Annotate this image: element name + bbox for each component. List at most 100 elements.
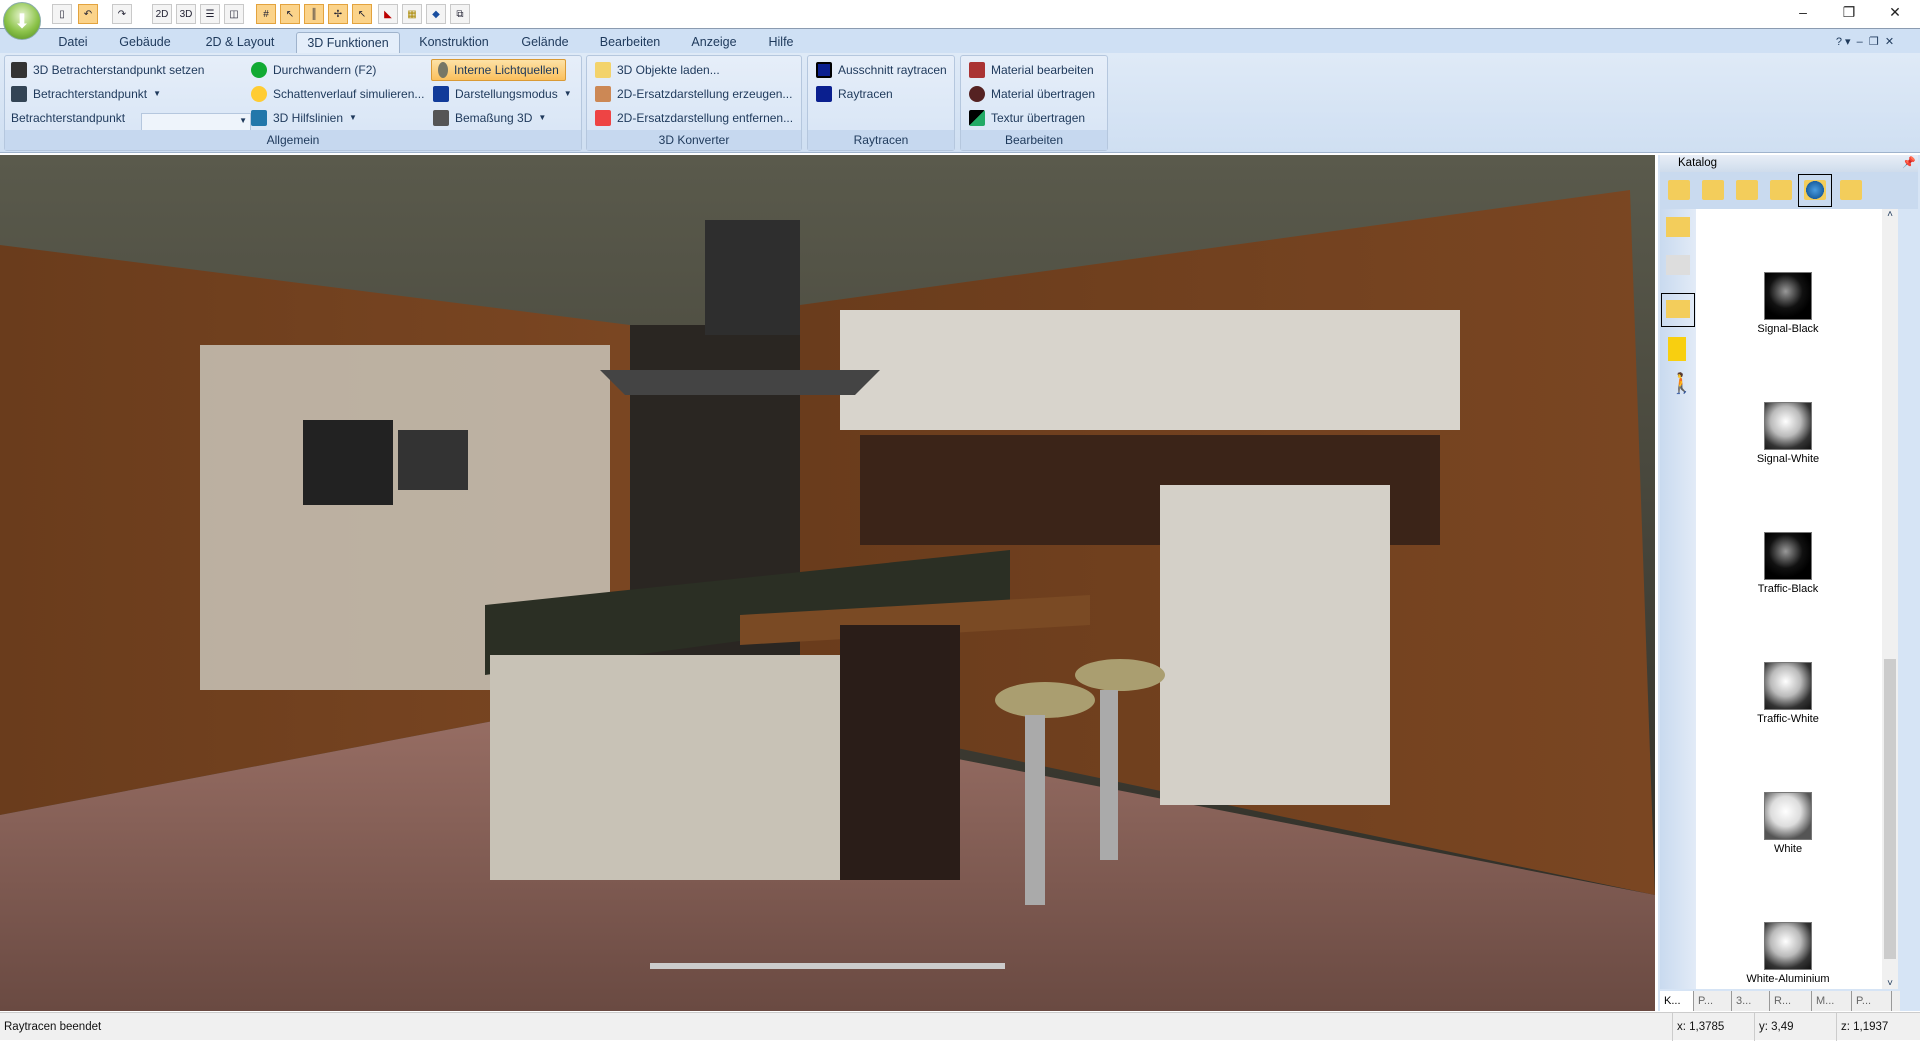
group-label: Allgemein xyxy=(5,130,581,150)
label: Textur übertragen xyxy=(991,111,1086,125)
label: Ausschnitt raytracen xyxy=(838,63,947,77)
viewpoint-dropdown[interactable]: Betrachterstandpunkt ▼ xyxy=(11,83,161,105)
tab-gelaende[interactable]: Gelände xyxy=(510,32,580,54)
tab-3d[interactable]: 3... xyxy=(1732,991,1770,1011)
item-label: Traffic-Black xyxy=(1757,583,1819,595)
group-label: 3D Konverter xyxy=(587,130,801,150)
undo-icon[interactable]: ↶ xyxy=(78,4,98,24)
view-3d-icon[interactable]: 3D xyxy=(176,4,196,24)
viewport-scroll-handle xyxy=(650,963,1005,969)
tab-konstruktion[interactable]: Konstruktion xyxy=(410,32,498,54)
catalog-panel: Katalog 📌 🚶 ˄ ˅ Signal-Black Signal-Whit… xyxy=(1658,155,1920,1011)
raytrace-button[interactable]: Raytracen xyxy=(816,83,893,105)
folder-symbols-icon[interactable] xyxy=(1666,217,1690,237)
item-label: White-Aluminium xyxy=(1746,973,1830,985)
tab-hilfe[interactable]: Hilfe xyxy=(760,32,802,54)
ribbon-tabs: Datei Gebäude 2D & Layout 3D Funktionen … xyxy=(0,28,1920,54)
snap-icon[interactable]: ✢ xyxy=(328,4,348,24)
material-swatch xyxy=(1764,402,1812,450)
catalog-item[interactable]: White-Aluminium xyxy=(1738,922,1838,985)
tab-project[interactable]: P... xyxy=(1694,991,1732,1011)
group-label: Raytracen xyxy=(808,130,954,150)
redo-icon[interactable]: ↷ xyxy=(112,4,132,24)
set-viewpoint-button[interactable]: 3D Betrachterstandpunkt setzen xyxy=(11,59,204,81)
folder-shapes-icon[interactable] xyxy=(1736,180,1758,200)
remove-2d-replacement-button[interactable]: 2D-Ersatzdarstellung entfernen... xyxy=(595,107,793,129)
folder-upload-icon[interactable] xyxy=(1668,180,1690,200)
tab-gebaeude[interactable]: Gebäude xyxy=(110,32,180,54)
chevron-down-icon: ▼ xyxy=(563,89,572,98)
raytrace-region-button[interactable]: Ausschnitt raytracen xyxy=(816,59,947,81)
load-3d-objects-button[interactable]: 3D Objekte laden... xyxy=(595,59,720,81)
catalog-item[interactable]: White xyxy=(1738,792,1838,855)
folder-create-icon xyxy=(595,86,611,102)
chevron-down-icon: ▼ xyxy=(239,116,247,125)
walkthrough-button[interactable]: Durchwandern (F2) xyxy=(251,59,376,81)
pin-icon[interactable]: 📌 xyxy=(1902,156,1916,169)
folder-image-icon[interactable] xyxy=(1770,180,1792,200)
folder-material-icon[interactable] xyxy=(1798,174,1832,207)
create-2d-replacement-button[interactable]: 2D-Ersatzdarstellung erzeugen... xyxy=(595,83,792,105)
label: Schattenverlauf simulieren... xyxy=(273,87,425,101)
person-icon[interactable]: 🚶 xyxy=(1669,371,1694,395)
eraser-icon[interactable]: ◆ xyxy=(426,4,446,24)
copy-icon[interactable]: ⧉ xyxy=(450,4,470,24)
help-controls[interactable]: ? ▾ – ❐ ✕ xyxy=(1820,32,1910,54)
scroll-thumb[interactable] xyxy=(1884,659,1896,959)
viewpoint-icon xyxy=(11,86,27,102)
close-button[interactable]: ✕ xyxy=(1880,4,1910,24)
tab-katalog[interactable]: K... xyxy=(1660,991,1694,1011)
catalog-item[interactable]: Traffic-White xyxy=(1738,662,1838,725)
tab-material[interactable]: M... xyxy=(1812,991,1852,1011)
label: 2D-Ersatzdarstellung erzeugen... xyxy=(617,87,793,101)
display-mode-dropdown[interactable]: Darstellungsmodus ▼ xyxy=(433,83,572,105)
horizontal-split-icon[interactable]: ☰ xyxy=(200,4,220,24)
roof-icon[interactable]: ▦ xyxy=(402,4,422,24)
folder-person-icon[interactable] xyxy=(1840,180,1862,200)
dimension-3d-dropdown[interactable]: Bemaßung 3D ▼ xyxy=(433,107,546,129)
shadow-simulation-button[interactable]: Schattenverlauf simulieren... xyxy=(251,83,424,105)
catalog-item[interactable]: Signal-Black xyxy=(1738,272,1838,335)
material-transfer-icon xyxy=(969,86,985,102)
wall-icon[interactable]: ◣ xyxy=(378,4,398,24)
tab-bearbeiten[interactable]: Bearbeiten xyxy=(594,32,666,54)
folder-icon xyxy=(595,62,611,78)
item-label: Signal-White xyxy=(1756,453,1820,465)
transfer-texture-button[interactable]: Textur übertragen xyxy=(969,107,1085,129)
pointer-icon[interactable]: ↖ xyxy=(352,4,372,24)
columns-icon[interactable]: ║ xyxy=(304,4,324,24)
tab-datei[interactable]: Datei xyxy=(48,32,98,54)
select-cursor-icon[interactable]: ↖ xyxy=(280,4,300,24)
grid-icon[interactable]: # xyxy=(256,4,276,24)
internal-lights-button[interactable]: Interne Lichtquellen xyxy=(431,59,566,81)
view-2d-icon[interactable]: 2D xyxy=(152,4,172,24)
transfer-material-button[interactable]: Material übertragen xyxy=(969,83,1095,105)
book-icon[interactable] xyxy=(1668,337,1686,361)
raytrace-icon xyxy=(816,86,832,102)
restore-button[interactable]: ❐ xyxy=(1834,4,1864,24)
group-raytracen: Ausschnitt raytracen Raytracen Raytracen xyxy=(807,55,955,151)
label: Raytracen xyxy=(838,87,893,101)
folder-window-icon[interactable] xyxy=(1702,180,1724,200)
coord-z: z: 1,1937 xyxy=(1836,1013,1920,1041)
vertical-split-icon[interactable]: ◫ xyxy=(224,4,244,24)
application-menu-button[interactable]: ⬇ xyxy=(3,2,41,40)
tab-light[interactable]: P... xyxy=(1852,991,1892,1011)
material-swatch xyxy=(1764,532,1812,580)
minimize-button[interactable]: – xyxy=(1788,4,1818,24)
item-label: Traffic-White xyxy=(1757,713,1819,725)
tab-raytrace[interactable]: R... xyxy=(1770,991,1812,1011)
label: 3D Betrachterstandpunkt setzen xyxy=(33,63,205,77)
material-swatch xyxy=(1764,792,1812,840)
edit-material-button[interactable]: Material bearbeiten xyxy=(969,59,1094,81)
tab-3d-funktionen[interactable]: 3D Funktionen xyxy=(296,32,400,54)
tab-2d-layout[interactable]: 2D & Layout xyxy=(195,32,285,54)
catalog-scrollbar[interactable]: ˄ ˅ xyxy=(1882,209,1898,989)
guidelines-3d-dropdown[interactable]: 3D Hilfslinien ▼ xyxy=(251,107,357,129)
catalog-item[interactable]: Traffic-Black xyxy=(1738,532,1838,595)
new-document-icon[interactable]: ▯ xyxy=(52,4,72,24)
folder-open-icon[interactable] xyxy=(1661,293,1695,327)
3d-render-viewport[interactable] xyxy=(0,155,1655,1011)
tab-anzeige[interactable]: Anzeige xyxy=(685,32,743,54)
catalog-item[interactable]: Signal-White xyxy=(1738,402,1838,465)
